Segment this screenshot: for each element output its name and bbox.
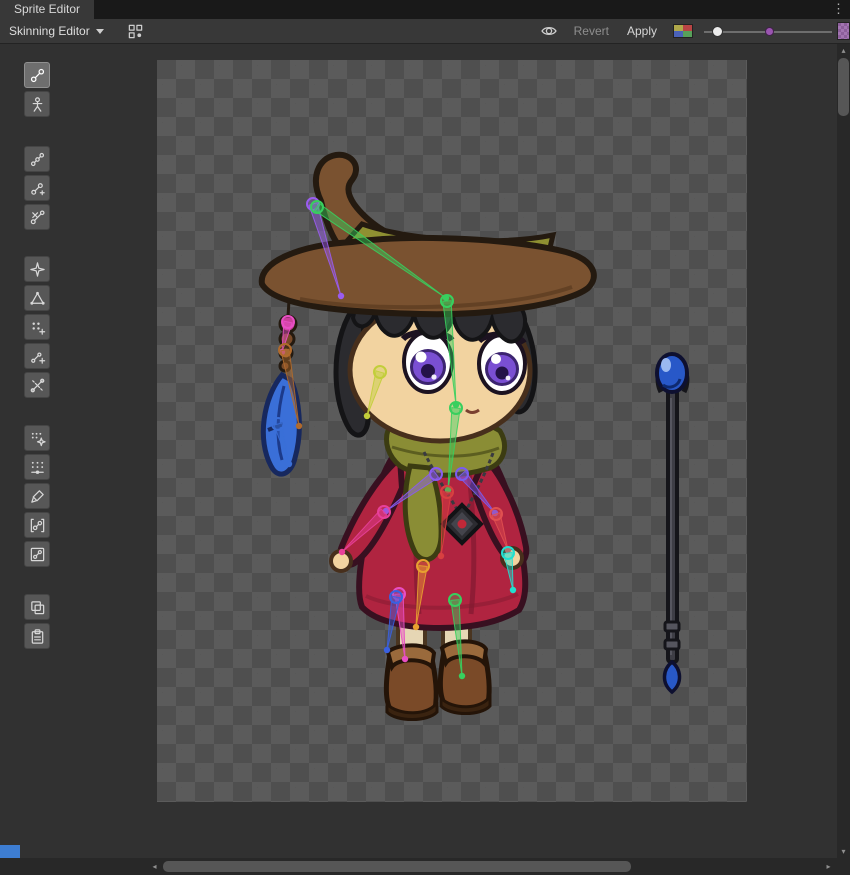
opacity-slider[interactable] [702,19,834,43]
paste-icon [29,628,46,645]
tool-preview-pose[interactable] [24,62,50,88]
bone-joint[interactable] [282,316,294,328]
edit-geometry-icon [29,290,46,307]
tab-label: Sprite Editor [14,2,80,16]
bone-tip[interactable] [438,553,444,559]
tab-sprite-editor[interactable]: Sprite Editor [0,0,94,19]
bone-joint[interactable] [378,506,390,518]
bone-tip[interactable] [286,461,292,467]
tool-edit-bone[interactable] [24,146,50,172]
bone-tip[interactable] [384,647,390,653]
sprite-canvas[interactable] [157,60,747,802]
sprite-editor-window: Sprite Editor ⋮ Skinning Editor Revert A… [0,0,850,875]
bone-tip[interactable] [459,673,465,679]
horizontal-scroll-thumb[interactable] [163,861,631,872]
sprite-frames-icon [127,23,144,40]
mode-dropdown-label: Skinning Editor [9,24,90,38]
bone-joint[interactable] [441,486,453,498]
tab-strip: Sprite Editor ⋮ [0,0,850,19]
tool-sprite-influence[interactable] [24,541,50,567]
bone-joint[interactable] [490,508,502,520]
tool-auto-weights[interactable] [24,425,50,451]
eye-icon [540,22,558,40]
visibility-button[interactable] [533,19,565,43]
tool-copy[interactable] [24,594,50,620]
auto-geometry-icon [29,261,46,278]
sprite-opacity-thumb[interactable] [712,26,723,37]
horizontal-scrollbar[interactable]: ◂ ▸ [0,858,837,875]
bone-joint[interactable] [374,366,386,378]
create-edge-icon [29,348,46,365]
create-vertex-icon [29,319,46,336]
bone-joint[interactable] [430,468,442,480]
tool-bone-influence[interactable] [24,512,50,538]
bone-tip[interactable] [296,423,302,429]
tool-restore-bind-pose[interactable] [24,91,50,117]
sprite-influence-icon [29,546,46,563]
character-sprite[interactable] [262,155,594,720]
apply-button[interactable]: Apply [618,19,666,44]
tool-create-bone[interactable] [24,175,50,201]
scroll-right-button[interactable]: ▸ [822,860,835,873]
bone-joint[interactable] [279,344,291,356]
scrollbar-corner [837,858,850,875]
staff-sprite[interactable] [657,354,687,692]
bone-joint[interactable] [441,295,453,307]
tool-weight-brush[interactable] [24,483,50,509]
toolbar: Skinning Editor Revert Apply [0,19,850,44]
bone-tip[interactable] [402,656,408,662]
create-bone-icon [29,180,46,197]
bone-tip[interactable] [338,293,344,299]
vertical-scroll-thumb[interactable] [838,58,849,116]
tool-create-edge[interactable] [24,343,50,369]
split-bone-icon [29,209,46,226]
chevron-down-icon [96,29,104,34]
bone-joint[interactable] [272,418,284,430]
preview-pose-icon [29,67,46,84]
tool-auto-geometry[interactable] [24,256,50,282]
bone-joint[interactable] [502,547,514,559]
bone-tip[interactable] [364,413,370,419]
canvas-art [157,60,747,802]
overflow-menu-button[interactable]: ⋮ [832,0,845,19]
tool-weight-slider[interactable] [24,454,50,480]
bone-tip[interactable] [510,587,516,593]
bone-joint[interactable] [311,201,323,213]
bone-joint[interactable] [417,560,429,572]
dock-indicator [0,845,20,858]
scroll-left-button[interactable]: ◂ [148,860,161,873]
tool-create-vertex[interactable] [24,314,50,340]
scroll-up-button[interactable]: ▴ [837,44,850,57]
toolbar-right: Revert Apply [533,19,850,43]
bone-influence-icon [29,517,46,534]
bone-joint[interactable] [456,468,468,480]
tool-split-bone[interactable] [24,204,50,230]
edit-bone-icon [29,151,46,168]
alpha-pattern-swatch [837,22,850,40]
split-edge-icon [29,377,46,394]
tool-edit-geometry[interactable] [24,285,50,311]
bone-joint[interactable] [450,402,462,414]
skinning-editor-main: ▴ ▾ ◂ ▸ [0,44,850,875]
tool-paste[interactable] [24,623,50,649]
auto-weights-icon [29,430,46,447]
bone-tip[interactable] [339,549,345,555]
bone-joint[interactable] [449,594,461,606]
vertical-scrollbar[interactable]: ▴ ▾ [837,44,850,858]
bone-opacity-thumb[interactable] [765,27,774,36]
mode-dropdown[interactable]: Skinning Editor [0,19,113,43]
restore-bind-pose-icon [29,96,46,113]
copy-icon [29,599,46,616]
bone-joint[interactable] [390,591,402,603]
tool-split-edge[interactable] [24,372,50,398]
scroll-down-button[interactable]: ▾ [837,845,850,858]
weight-slider-icon [29,459,46,476]
revert-button[interactable]: Revert [565,19,618,44]
sprite-frames-button[interactable] [123,21,149,41]
bone-tip[interactable] [413,624,419,630]
color-channels-swatch[interactable] [673,24,693,38]
weight-brush-icon [29,488,46,505]
